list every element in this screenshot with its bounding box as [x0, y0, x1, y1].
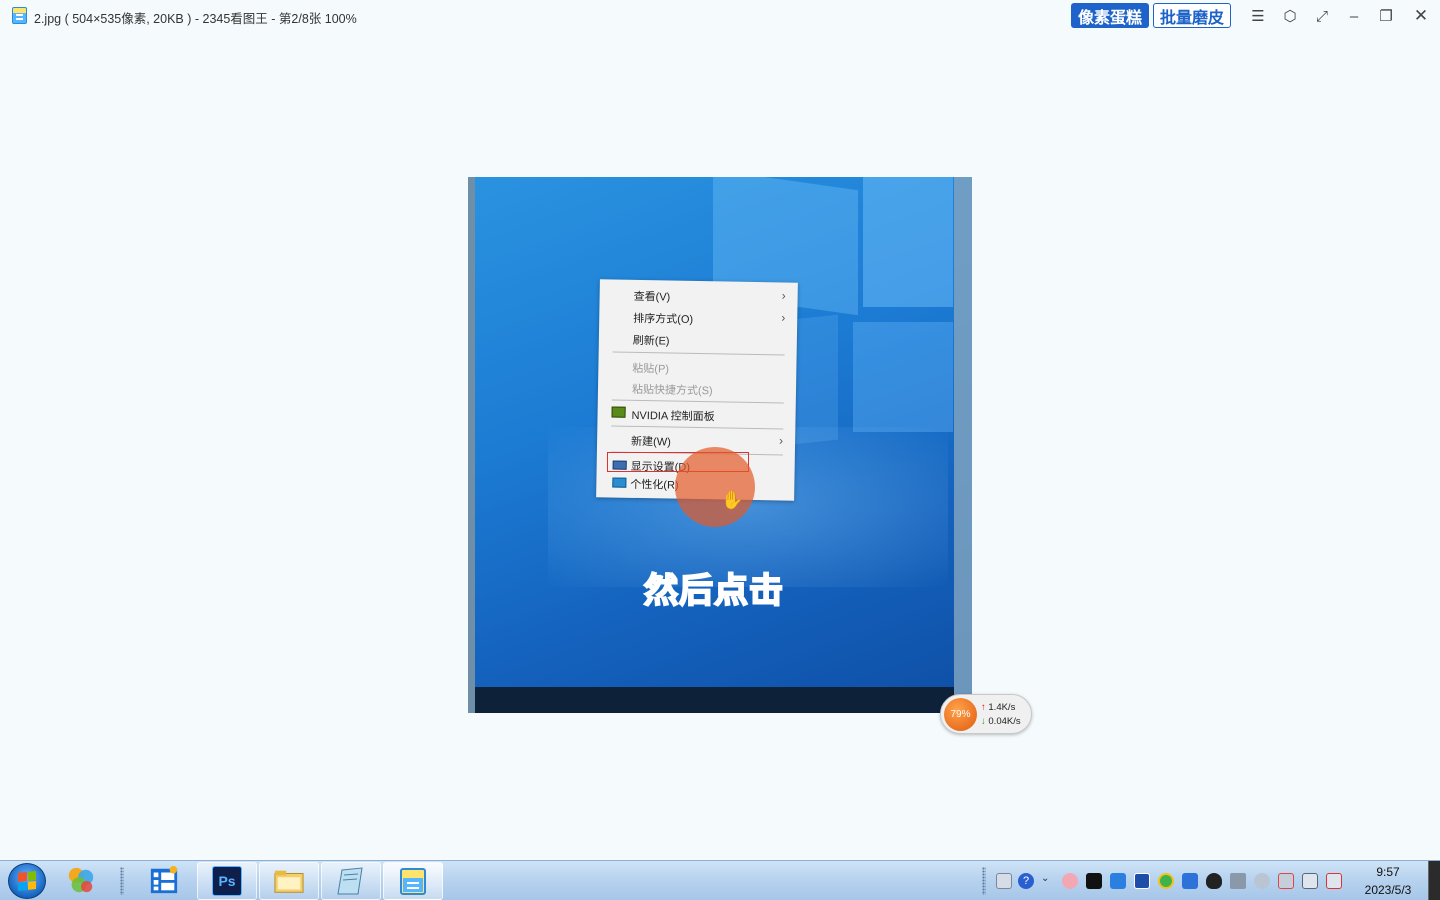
window-logo-pane — [853, 322, 953, 432]
menu-item-paste-shortcut: 粘贴快捷方式(S) — [631, 383, 713, 398]
menu-item-view: 查看(V) — [633, 290, 671, 304]
window-title: 2.jpg ( 504×535像素, 20KB ) - 2345看图王 - 第2… — [34, 12, 357, 26]
taskbar-notepad[interactable] — [321, 862, 381, 900]
keyboard-icon[interactable] — [996, 873, 1012, 889]
show-desktop-button[interactable] — [1428, 861, 1440, 900]
menu-item-paste: 粘贴(P) — [632, 362, 670, 376]
arrow-up-icon: ↑ — [981, 702, 986, 713]
fullscreen-icon[interactable]: ⤢ — [1310, 4, 1334, 28]
image-viewer-icon — [398, 866, 428, 896]
window-logo-pane — [863, 177, 953, 307]
menu-item-sort: 排序方式(O) — [633, 312, 694, 326]
taskbar-2345-viewer[interactable] — [383, 862, 443, 900]
skin-icon[interactable]: ⬡ — [1278, 4, 1302, 28]
network-speed-widget[interactable]: 79% ↑ 1.4K/s ↓ 0.04K/s — [940, 694, 1032, 734]
chevron-down-icon[interactable]: ⌄ — [1041, 873, 1053, 889]
notepad-icon — [336, 866, 366, 896]
menu-item-refresh: 刷新(E) — [632, 334, 670, 348]
start-button[interactable] — [8, 863, 46, 899]
film-app-icon[interactable] — [149, 865, 179, 895]
menu-icon[interactable]: ☰ — [1246, 4, 1270, 28]
batch-peel-button[interactable]: 批量磨皮 — [1153, 3, 1231, 28]
help-icon[interactable]: ? — [1018, 873, 1034, 889]
clock-time[interactable]: 9:57 — [1360, 865, 1416, 879]
photoshop-icon: Ps — [212, 866, 242, 896]
action-center-icon[interactable] — [1326, 873, 1342, 889]
taskbar-grip[interactable] — [120, 867, 124, 895]
monitor-bezel — [475, 687, 954, 713]
personalize-icon — [612, 477, 627, 488]
chevron-right-icon: › — [779, 433, 784, 448]
menu-divider — [612, 351, 785, 356]
usb-device-icon[interactable] — [1302, 873, 1318, 889]
speaker-icon[interactable] — [1230, 873, 1246, 889]
monitor-icon[interactable] — [1134, 873, 1150, 889]
minimize-icon[interactable]: – — [1342, 4, 1366, 28]
restore-icon[interactable]: ❐ — [1374, 4, 1398, 28]
taskbar-photoshop[interactable]: Ps — [197, 862, 257, 900]
chevron-right-icon: › — [781, 310, 786, 325]
title-bar: 2.jpg ( 504×535像素, 20KB ) - 2345看图王 - 第2… — [0, 0, 1440, 32]
security-icon[interactable] — [1158, 873, 1174, 889]
video-caption: 然后点击 — [643, 571, 784, 611]
app-tray-icon[interactable] — [1086, 873, 1102, 889]
flower-icon[interactable] — [1062, 873, 1078, 889]
viewed-image[interactable]: 查看(V) › 排序方式(O) › 刷新(E) 粘贴(P) 粘贴快捷方式(S) … — [468, 177, 972, 713]
chevron-right-icon: › — [781, 288, 786, 303]
color-balls-icon[interactable] — [66, 865, 96, 895]
upload-speed: ↑ 1.4K/s — [981, 702, 1016, 713]
nvidia-icon — [611, 406, 626, 418]
touch-indicator — [675, 447, 755, 527]
taskbar-file-explorer[interactable] — [259, 862, 319, 900]
network-status-icon[interactable] — [1278, 873, 1294, 889]
menu-divider — [611, 425, 784, 430]
menu-item-nvidia: NVIDIA 控制面板 — [631, 409, 715, 424]
menu-item-personalize: 个性化(R) — [630, 478, 679, 492]
menu-item-new: 新建(W) — [630, 435, 671, 449]
clock-date[interactable]: 2023/5/3 — [1358, 883, 1418, 897]
hand-cursor-icon: ✋ — [721, 490, 744, 510]
memory-usage-ball[interactable]: 79% — [944, 698, 977, 731]
qq-icon[interactable] — [1206, 873, 1222, 889]
windows-logo-icon — [18, 871, 36, 891]
tray-grip[interactable] — [982, 867, 986, 895]
taskbar: Ps ? ⌄ 9:57 2023/5/3 — [0, 860, 1440, 900]
menu-divider — [611, 399, 784, 404]
download-speed: ↓ 0.04K/s — [981, 716, 1021, 727]
pixel-cake-button[interactable]: 像素蛋糕 — [1071, 3, 1149, 28]
bluetooth-icon[interactable] — [1110, 873, 1126, 889]
grid-app-icon[interactable] — [1182, 873, 1198, 889]
volume-icon[interactable] — [1254, 873, 1270, 889]
app-logo-icon — [12, 7, 27, 24]
folder-icon — [274, 866, 304, 896]
arrow-down-icon: ↓ — [981, 716, 986, 727]
close-icon[interactable]: ✕ — [1409, 4, 1433, 28]
